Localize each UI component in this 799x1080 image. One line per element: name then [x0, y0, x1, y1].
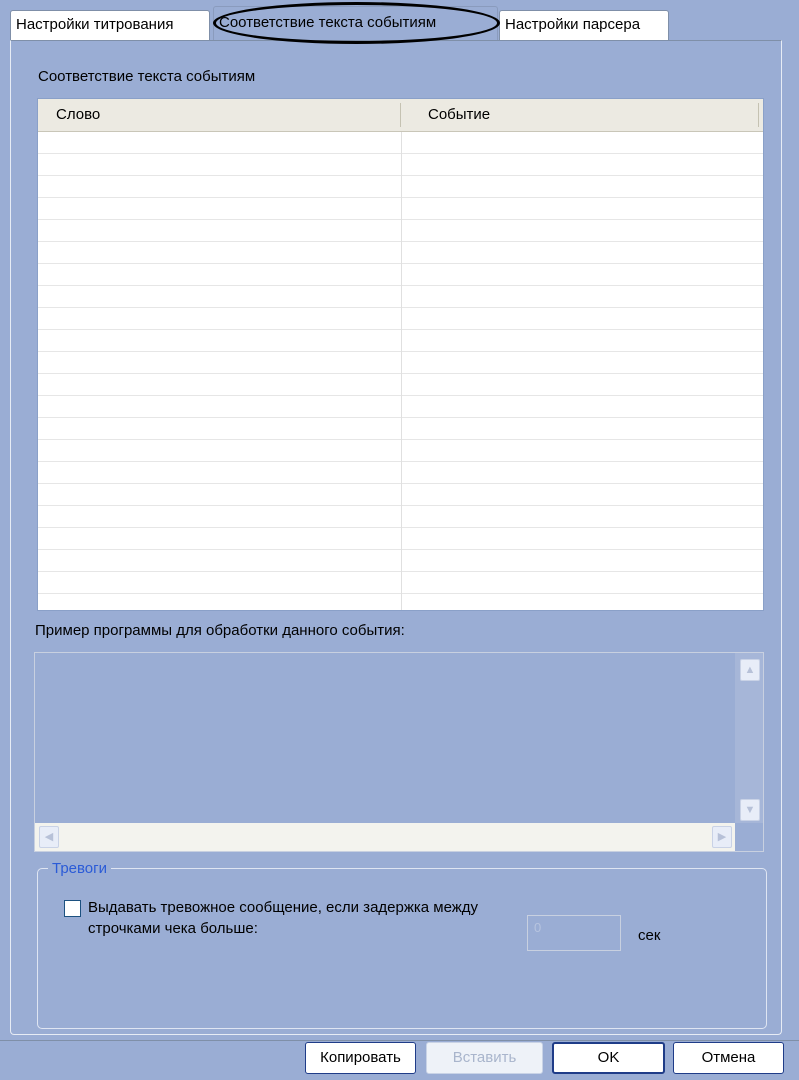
paste-button[interactable]: Вставить: [426, 1042, 543, 1074]
chevron-up-icon[interactable]: ▲: [740, 659, 760, 681]
column-header-word[interactable]: Слово: [56, 99, 100, 131]
column-line: [401, 132, 402, 610]
alarm-delay-label[interactable]: Выдавать тревожное сообщение, если задер…: [88, 897, 518, 939]
delay-seconds-input[interactable]: 0: [527, 915, 621, 951]
alarms-groupbox: [37, 868, 767, 1029]
example-textarea[interactable]: ▲ ▼ ◀ ▶: [34, 652, 764, 852]
column-divider[interactable]: [400, 103, 401, 127]
column-header-event[interactable]: Событие: [428, 99, 490, 131]
chevron-down-icon[interactable]: ▼: [740, 799, 760, 821]
vertical-scrollbar[interactable]: ▲ ▼: [735, 653, 763, 825]
alarm-delay-checkbox[interactable]: [64, 900, 81, 917]
chevron-left-icon[interactable]: ◀: [39, 826, 59, 848]
cancel-button[interactable]: Отмена: [673, 1042, 784, 1074]
tab-text-event-mapping[interactable]: Соответствие текста событиям: [213, 6, 498, 40]
mapping-table[interactable]: Слово Событие: [37, 98, 764, 611]
scroll-corner: [735, 823, 763, 851]
table-header: Слово Событие: [38, 99, 763, 132]
grid-title: Соответствие текста событиям: [38, 68, 256, 85]
chevron-right-icon[interactable]: ▶: [712, 826, 732, 848]
ok-button[interactable]: OK: [552, 1042, 665, 1074]
bottom-divider: [0, 1040, 799, 1041]
seconds-unit-label: сек: [638, 927, 661, 944]
alarms-group-title: Тревоги: [48, 860, 111, 877]
tab-parser-settings[interactable]: Настройки парсера: [499, 10, 669, 40]
example-label: Пример программы для обработки данного с…: [35, 622, 405, 639]
copy-button[interactable]: Копировать: [305, 1042, 416, 1074]
column-divider[interactable]: [758, 103, 759, 127]
horizontal-scrollbar[interactable]: ◀ ▶: [35, 823, 736, 851]
tab-titration-settings[interactable]: Настройки титрования: [10, 10, 210, 40]
